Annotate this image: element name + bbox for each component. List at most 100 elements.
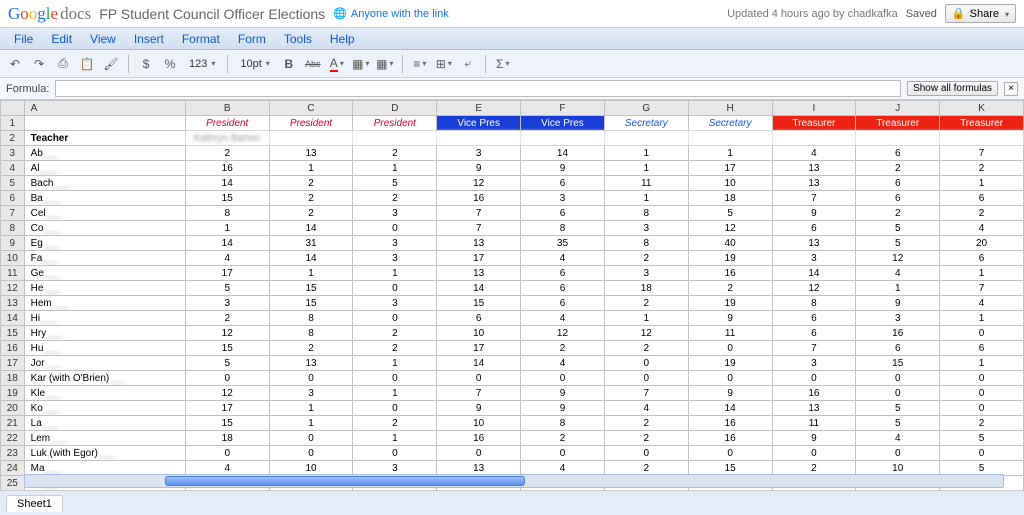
menu-tools[interactable]: Tools [276,30,320,47]
row-header[interactable]: 20 [1,401,25,416]
teacher-name-cell[interactable]: Ge___ [24,266,185,281]
data-cell[interactable]: 11 [772,416,856,431]
data-cell[interactable]: 14 [185,176,269,191]
name-cell[interactable] [604,131,688,146]
data-cell[interactable]: 0 [353,371,437,386]
header-cell[interactable]: Vice Pres [521,116,605,131]
data-cell[interactable]: 8 [269,326,353,341]
data-cell[interactable]: 40 [688,236,772,251]
name-cell[interactable] [269,131,353,146]
data-cell[interactable]: 1 [604,191,688,206]
data-cell[interactable]: 2 [604,431,688,446]
data-cell[interactable]: 3 [604,266,688,281]
column-header[interactable]: G [604,101,688,116]
data-cell[interactable]: 3 [353,251,437,266]
data-cell[interactable]: 12 [688,221,772,236]
data-cell[interactable]: 6 [437,311,521,326]
menu-file[interactable]: File [6,30,41,47]
column-header[interactable]: F [521,101,605,116]
data-cell[interactable]: 2 [604,341,688,356]
name-cell[interactable] [437,131,521,146]
menu-view[interactable]: View [82,30,124,47]
data-cell[interactable]: 9 [521,386,605,401]
data-cell[interactable]: 3 [353,236,437,251]
data-cell[interactable]: 13 [772,161,856,176]
formula-input[interactable] [55,80,901,97]
align-button[interactable]: ≡ [411,55,429,73]
percent-button[interactable]: % [161,55,179,73]
data-cell[interactable]: 0 [521,446,605,461]
teacher-name-cell[interactable]: Cel___ [24,206,185,221]
data-cell[interactable]: 31 [269,236,353,251]
data-cell[interactable]: 17 [688,161,772,176]
row-header[interactable]: 17 [1,356,25,371]
data-cell[interactable]: 5 [353,176,437,191]
data-cell[interactable]: 5 [856,221,940,236]
data-cell[interactable]: 6 [940,341,1024,356]
data-cell[interactable]: 6 [856,191,940,206]
data-cell[interactable]: 6 [856,176,940,191]
data-cell[interactable]: 5 [688,206,772,221]
data-cell[interactable]: 9 [772,206,856,221]
data-cell[interactable]: 3 [772,251,856,266]
data-cell[interactable]: 20 [940,236,1024,251]
show-all-formulas-button[interactable]: Show all formulas [907,81,998,96]
data-cell[interactable]: 6 [772,326,856,341]
row-header[interactable]: 8 [1,221,25,236]
row-header[interactable]: 12 [1,281,25,296]
data-cell[interactable]: 7 [437,386,521,401]
data-cell[interactable]: 3 [269,386,353,401]
data-cell[interactable]: 9 [437,401,521,416]
column-header[interactable]: E [437,101,521,116]
data-cell[interactable]: 8 [604,236,688,251]
data-cell[interactable]: 0 [940,386,1024,401]
wrap-button[interactable]: ⤶ [459,55,477,73]
spreadsheet-grid[interactable]: ABCDEFGHIJK1PresidentPresidentPresidentV… [0,100,1024,490]
data-cell[interactable]: 0 [269,371,353,386]
data-cell[interactable]: 6 [856,341,940,356]
column-header[interactable]: H [688,101,772,116]
data-cell[interactable]: 6 [772,221,856,236]
data-cell[interactable]: 1 [940,311,1024,326]
data-cell[interactable]: 11 [604,176,688,191]
print-button[interactable]: ⎙ [54,55,72,73]
name-cell[interactable] [772,131,856,146]
menu-form[interactable]: Form [230,30,274,47]
data-cell[interactable]: 1 [940,356,1024,371]
data-cell[interactable]: 6 [521,206,605,221]
data-cell[interactable]: 18 [688,191,772,206]
row-header[interactable]: 24 [1,461,25,476]
data-cell[interactable]: 0 [269,431,353,446]
header-cell[interactable]: President [269,116,353,131]
data-cell[interactable]: 16 [856,326,940,341]
data-cell[interactable]: 2 [353,191,437,206]
teacher-name-cell[interactable]: Ba___ [24,191,185,206]
column-header[interactable]: J [856,101,940,116]
data-cell[interactable]: 0 [521,371,605,386]
data-cell[interactable]: 17 [185,401,269,416]
data-cell[interactable]: 0 [688,446,772,461]
data-cell[interactable]: 14 [269,221,353,236]
data-cell[interactable]: 2 [521,431,605,446]
menu-format[interactable]: Format [174,30,228,47]
data-cell[interactable]: 9 [856,296,940,311]
data-cell[interactable]: 2 [353,146,437,161]
data-cell[interactable]: 0 [353,311,437,326]
data-cell[interactable]: 0 [940,371,1024,386]
data-cell[interactable]: 0 [604,371,688,386]
data-cell[interactable]: 4 [521,251,605,266]
data-cell[interactable]: 0 [856,386,940,401]
row-header[interactable]: 13 [1,296,25,311]
name-cell[interactable]: Kathryn Barton [185,131,269,146]
data-cell[interactable]: 3 [604,221,688,236]
data-cell[interactable]: 2 [269,191,353,206]
data-cell[interactable]: 15 [185,191,269,206]
row-header[interactable]: 25 [1,476,25,491]
data-cell[interactable]: 1 [269,401,353,416]
data-cell[interactable]: 3 [521,191,605,206]
data-cell[interactable]: 13 [772,236,856,251]
row-header[interactable]: 4 [1,161,25,176]
row-header[interactable]: 14 [1,311,25,326]
data-cell[interactable]: 0 [772,371,856,386]
data-cell[interactable]: 10 [688,176,772,191]
